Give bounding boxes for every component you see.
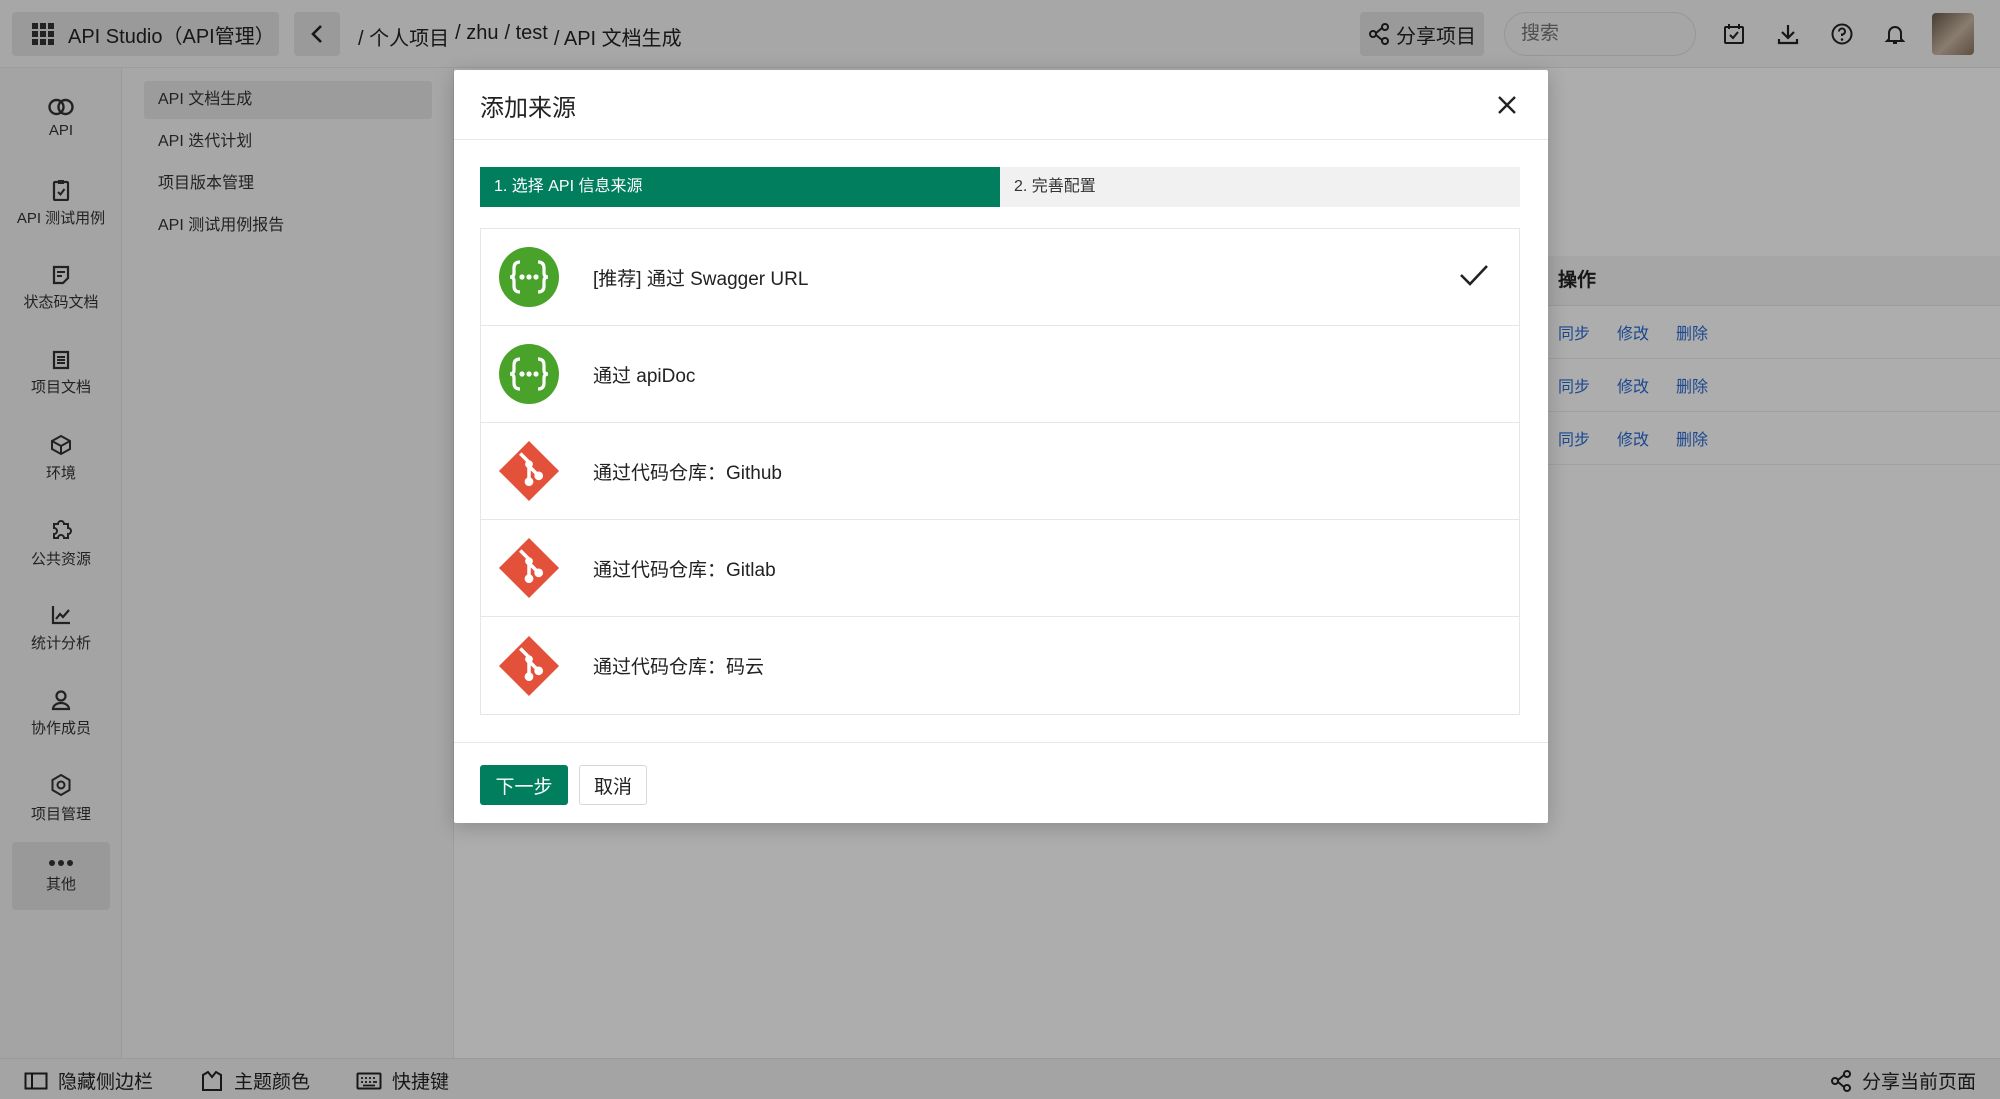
dialog-header: 添加来源: [454, 70, 1548, 140]
close-button[interactable]: [1492, 90, 1522, 120]
step-complete-config: 2. 完善配置: [1000, 167, 1520, 207]
source-option-gitlab[interactable]: 通过代码仓库：Gitlab: [481, 520, 1519, 617]
git-icon: [497, 439, 561, 503]
source-option-apidoc[interactable]: 通过 apiDoc: [481, 326, 1519, 423]
source-option-label: 通过 apiDoc: [593, 365, 696, 387]
source-option-swagger-url[interactable]: [推荐] 通过 Swagger URL: [481, 229, 1519, 326]
source-option-label: 通过代码仓库：码云: [593, 657, 765, 678]
source-option-github[interactable]: 通过代码仓库：Github: [481, 423, 1519, 520]
dialog-title: 添加来源: [480, 95, 576, 122]
source-option-label: 通过代码仓库：Github: [593, 462, 782, 484]
checkmark-icon: [1460, 265, 1488, 286]
source-option-label: [推荐] 通过 Swagger URL: [593, 268, 809, 290]
close-icon: [1498, 96, 1516, 114]
source-list: [推荐] 通过 Swagger URL 通过 apiDoc 通过代码仓库：Git…: [480, 228, 1520, 715]
step-select-source: 1. 选择 API 信息来源: [480, 167, 1000, 207]
git-icon: [497, 634, 561, 698]
add-source-dialog: 添加来源 1. 选择 API 信息来源 2. 完善配置 [推荐] 通过 Swag…: [454, 70, 1548, 823]
dialog-footer: 下一步 取消: [454, 742, 1548, 823]
source-option-label: 通过代码仓库：Gitlab: [593, 559, 776, 581]
swagger-icon: [497, 245, 561, 309]
swagger-icon: [497, 342, 561, 406]
cancel-button[interactable]: 取消: [579, 765, 647, 805]
next-step-button[interactable]: 下一步: [480, 765, 568, 805]
git-icon: [497, 536, 561, 600]
source-option-gitee[interactable]: 通过代码仓库：码云: [481, 617, 1519, 714]
step-indicator: 1. 选择 API 信息来源 2. 完善配置: [480, 167, 1520, 207]
